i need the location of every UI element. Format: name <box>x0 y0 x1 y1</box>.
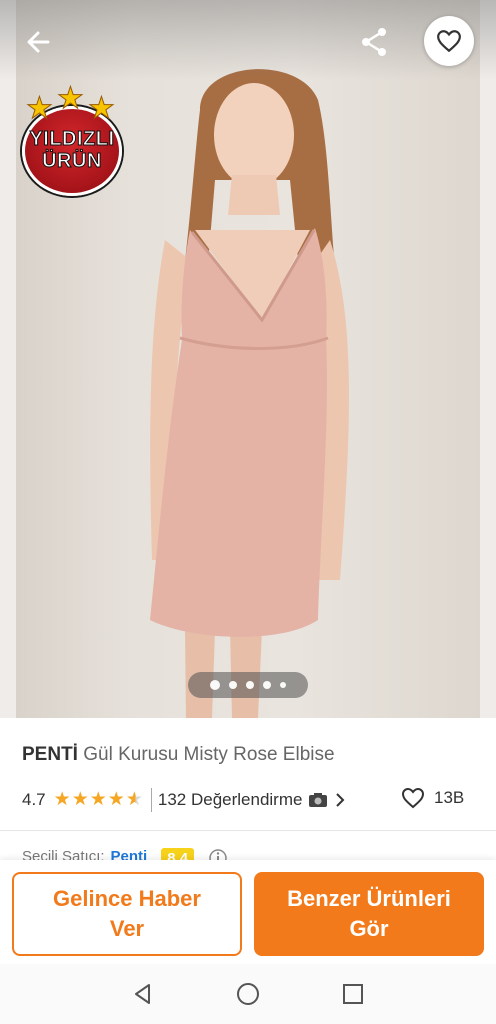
triangle-back-icon <box>134 984 150 1004</box>
favorite-button[interactable] <box>424 16 474 66</box>
star-full-icon: ★ <box>71 789 89 810</box>
product-image-gallery[interactable]: ★ ★ ★ YILDIZLI ÜRÜN <box>0 0 496 718</box>
pagination-dot[interactable] <box>229 681 237 689</box>
pagination-dot[interactable] <box>263 681 271 689</box>
circle-home-icon <box>236 983 259 1005</box>
star-half-icon: ★ <box>125 789 143 810</box>
nav-home-button[interactable] <box>228 974 268 1014</box>
system-navigation-bar <box>0 964 496 1024</box>
share-button[interactable] <box>356 24 392 60</box>
gallery-pagination[interactable] <box>188 672 308 698</box>
reviews-link[interactable]: 132 Değerlendirme <box>158 790 347 810</box>
starred-product-badge: ★ ★ ★ YILDIZLI ÜRÜN <box>12 82 132 200</box>
heart-outline-icon <box>401 787 425 809</box>
star-full-icon: ★ <box>107 789 125 810</box>
badge-line-2: ÜRÜN <box>42 150 102 173</box>
notify-when-available-button[interactable]: Gelince Haber Ver <box>12 872 242 956</box>
favorite-count-button[interactable]: 13B <box>400 786 464 810</box>
favorite-count: 13B <box>434 788 465 807</box>
rating-stars: ★ ★ ★ ★ ★ <box>54 790 143 810</box>
nav-recents-button[interactable] <box>333 974 373 1014</box>
nav-back-button[interactable] <box>123 974 163 1014</box>
product-name: Gül Kurusu Misty Rose Elbise <box>83 744 335 765</box>
back-button[interactable] <box>20 24 56 60</box>
see-similar-products-button[interactable]: Benzer Ürünleri Gör <box>254 872 484 956</box>
heart-outline-icon <box>437 30 461 53</box>
pagination-dot[interactable] <box>280 682 286 688</box>
pagination-dot[interactable] <box>246 681 254 689</box>
reviews-count: 132 Değerlendirme <box>157 790 303 809</box>
product-title: PENTİ Gül Kurusu Misty Rose Elbise <box>22 744 335 766</box>
badge-line-1: YILDIZLI <box>29 128 115 151</box>
rating-value: 4.7 <box>22 790 46 809</box>
product-brand[interactable]: PENTİ <box>22 744 78 765</box>
square-recents-icon <box>343 984 364 1004</box>
pagination-dot-active[interactable] <box>210 680 220 690</box>
section-divider <box>0 830 496 831</box>
badge-star-icon: ★ <box>26 92 54 125</box>
top-bar-shade <box>0 0 496 80</box>
product-info: PENTİ Gül Kurusu Misty Rose Elbise 4.7 ★… <box>0 718 496 868</box>
rating-divider <box>150 788 152 812</box>
bottom-action-bar: Gelince Haber Ver Benzer Ürünleri Gör <box>0 860 496 964</box>
camera-icon <box>309 793 328 807</box>
star-full-icon: ★ <box>89 789 107 810</box>
chevron-right-icon <box>336 793 345 807</box>
star-full-icon: ★ <box>53 789 71 810</box>
share-icon <box>362 28 386 56</box>
badge-star-icon: ★ <box>57 82 85 115</box>
arrow-left-icon <box>27 31 50 53</box>
badge-star-icon: ★ <box>88 92 116 125</box>
